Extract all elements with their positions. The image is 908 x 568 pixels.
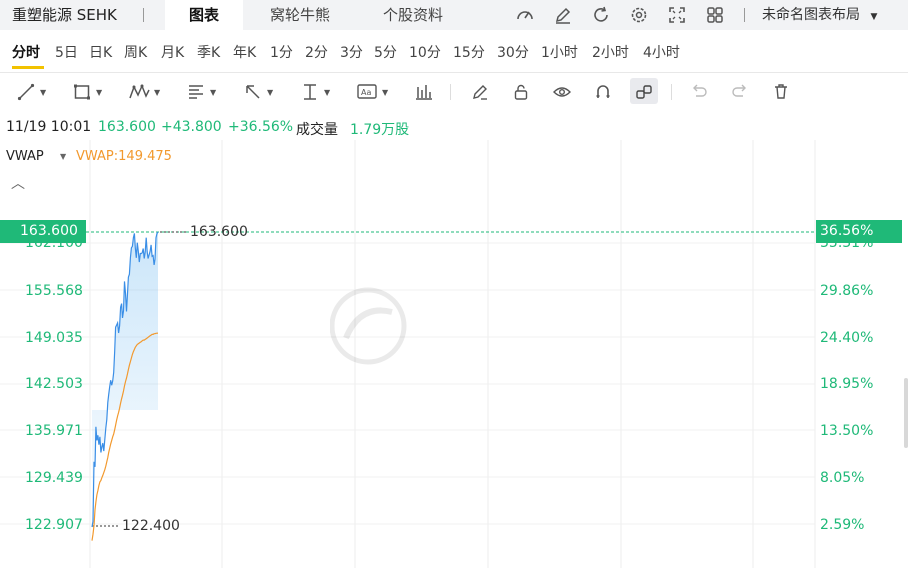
y-left-tick: 142.503	[25, 376, 83, 392]
period-4[interactable]: 月K	[161, 42, 184, 62]
quote-volume: 1.79万股	[350, 122, 410, 138]
edit-icon[interactable]	[552, 4, 574, 26]
text-tool-icon: Aa	[357, 84, 377, 99]
y-right-tick: 8.05%	[820, 470, 865, 486]
rectangle-tool[interactable]: ▼	[72, 80, 102, 104]
eye-icon	[553, 87, 571, 97]
lock-icon	[514, 84, 528, 100]
layout-grid-icon[interactable]	[704, 4, 726, 26]
link-tool[interactable]	[634, 80, 654, 104]
y-left-tick: 129.439	[25, 470, 83, 486]
period-9[interactable]: 3分	[340, 42, 363, 62]
y-left-tick: 162.100	[25, 235, 83, 251]
measure-tool[interactable]: ▼	[300, 80, 330, 104]
price-area	[92, 232, 158, 527]
active-period-underline	[12, 66, 44, 69]
lock-tool[interactable]	[511, 80, 531, 104]
period-0[interactable]: 分时	[12, 42, 40, 62]
period-11[interactable]: 10分	[409, 42, 441, 62]
y-left-tick: 155.568	[25, 283, 83, 299]
watermark-logo	[329, 286, 580, 366]
fullscreen-icon[interactable]	[666, 4, 688, 26]
y-right-tick: 24.40%	[820, 330, 874, 346]
fib-tool-icon	[189, 85, 203, 99]
divider	[744, 8, 745, 22]
visibility-tool[interactable]	[552, 80, 572, 104]
y-right-tick: 35.31%	[820, 235, 874, 251]
divider	[143, 8, 144, 22]
trash-icon	[775, 84, 787, 99]
period-2[interactable]: 日K	[89, 42, 112, 62]
svg-text:Aa: Aa	[361, 88, 371, 97]
chevron-down-icon[interactable]: ▼	[60, 152, 66, 161]
quote-change-pct: +36.56%	[228, 119, 294, 135]
y-right-tick: 2.59%	[820, 517, 865, 533]
rectangle-tool-icon	[74, 84, 90, 100]
pen-icon	[473, 85, 487, 100]
indicator-value: VWAP:149.475	[76, 149, 172, 164]
period-13[interactable]: 30分	[497, 42, 529, 62]
undo-icon	[693, 84, 707, 97]
low-price-label: 122.400	[122, 518, 180, 534]
speedometer-icon[interactable]	[514, 4, 536, 26]
layout-dropdown[interactable]: 未命名图表布局 ▼	[762, 4, 877, 24]
y-left-tick: 122.907	[25, 517, 83, 533]
arrow-tool[interactable]: ▼	[243, 80, 273, 104]
period-1[interactable]: 5日	[55, 42, 78, 62]
delete-tool[interactable]	[772, 80, 790, 104]
period-7[interactable]: 1分	[270, 42, 293, 62]
pattern-tool[interactable]: ▼	[128, 80, 160, 104]
scrollbar[interactable]	[904, 378, 908, 448]
high-price-label: 163.600	[190, 224, 248, 240]
arrow-tool-icon	[246, 85, 260, 99]
pattern-tool-icon	[129, 84, 150, 99]
text-tool[interactable]: Aa ▼	[356, 80, 388, 104]
period-6[interactable]: 年K	[233, 42, 256, 62]
period-16[interactable]: 4小时	[643, 42, 680, 62]
period-3[interactable]: 周K	[124, 42, 147, 62]
bar-tool[interactable]	[414, 80, 434, 104]
indicator-name[interactable]: VWAP	[6, 149, 44, 164]
period-5[interactable]: 季K	[197, 42, 220, 62]
period-10[interactable]: 5分	[374, 42, 397, 62]
magnet-tool[interactable]	[593, 80, 613, 104]
y-right-tick: 13.50%	[820, 423, 874, 439]
period-14[interactable]: 1小时	[541, 42, 578, 62]
fib-tool[interactable]: ▼	[186, 80, 216, 104]
redo-tool[interactable]	[731, 80, 749, 104]
tab-chart[interactable]: 图表	[165, 0, 243, 30]
tab-profile[interactable]: 个股资料	[365, 0, 461, 30]
magnet-icon	[596, 85, 610, 98]
quote-volume-label: 成交量	[296, 122, 338, 138]
y-left-tick: 135.971	[25, 423, 83, 439]
period-12[interactable]: 15分	[453, 42, 485, 62]
period-8[interactable]: 2分	[305, 42, 328, 62]
y-right-tick: 29.86%	[820, 283, 874, 299]
pen-tool[interactable]	[470, 80, 490, 104]
undo-tool[interactable]	[690, 80, 708, 104]
y-left-tick: 149.035	[25, 330, 83, 346]
period-15[interactable]: 2小时	[592, 42, 629, 62]
measure-tool-icon	[304, 84, 316, 100]
collapse-icon[interactable]: ︿	[11, 173, 25, 193]
quote-price: 163.600	[98, 119, 156, 135]
divider	[0, 72, 908, 73]
stock-title: 重塑能源 SEHK	[12, 6, 117, 24]
link-icon	[636, 85, 652, 99]
bar-tool-icon	[416, 85, 432, 100]
tab-warrants[interactable]: 窝轮牛熊	[252, 0, 348, 30]
quote-time: 11/19 10:01	[6, 119, 92, 135]
line-tool-icon	[17, 83, 35, 101]
divider	[671, 84, 672, 100]
divider	[450, 84, 451, 100]
settings-icon[interactable]	[628, 4, 650, 26]
layout-label: 未命名图表布局	[762, 7, 860, 23]
refresh-icon[interactable]	[590, 4, 612, 26]
redo-icon	[732, 84, 746, 97]
line-tool[interactable]: ▼	[16, 80, 46, 104]
y-right-tick: 18.95%	[820, 376, 874, 392]
quote-change: +43.800	[161, 119, 222, 135]
top-header: 重塑能源 SEHK 图表 窝轮牛熊 个股资料 未命名图表布局 ▼	[0, 0, 908, 30]
chevron-down-icon: ▼	[870, 12, 878, 22]
